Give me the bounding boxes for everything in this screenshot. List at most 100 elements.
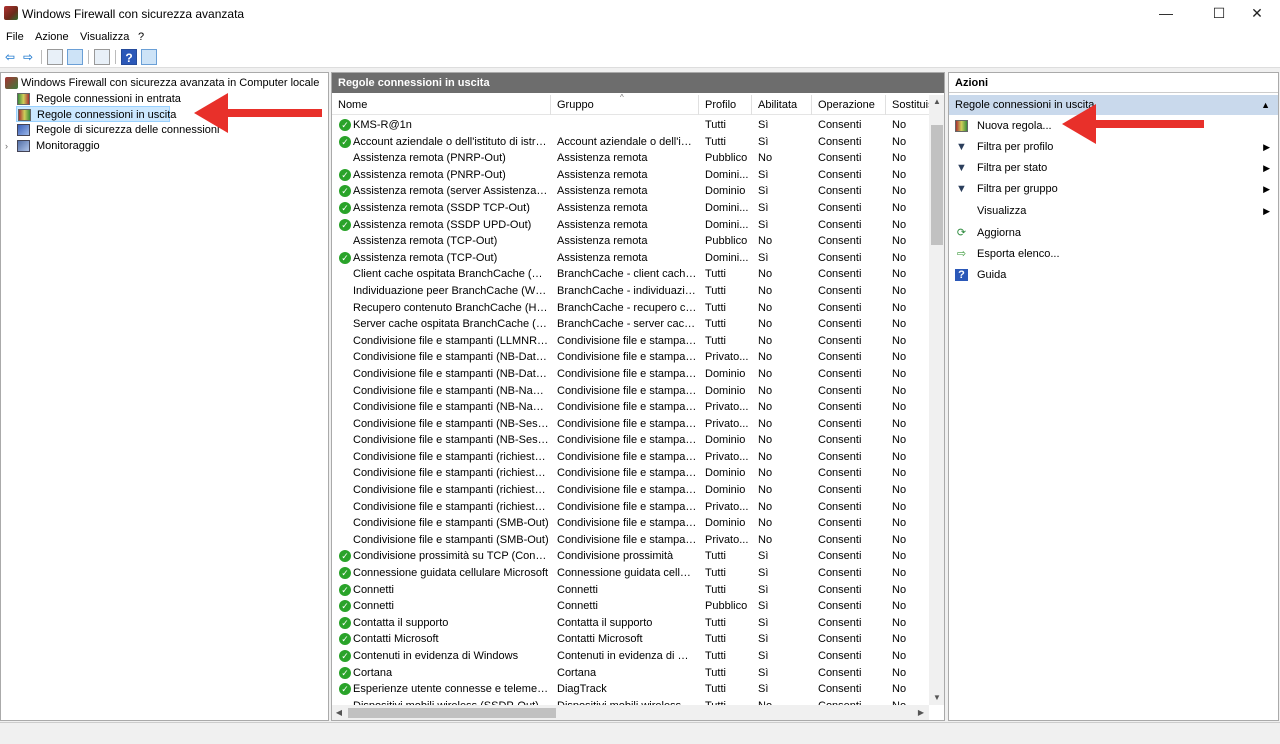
- tree-item-monitoring[interactable]: › Monitoraggio: [5, 138, 100, 154]
- table-row[interactable]: Condivisione file e stampanti (NB-Datagr…: [332, 366, 930, 383]
- cell-action: Consenti: [818, 334, 862, 347]
- column-header-profile[interactable]: Profilo: [699, 95, 752, 115]
- vertical-scrollbar[interactable]: ▲ ▼: [929, 95, 944, 705]
- menu-help[interactable]: ?: [138, 31, 144, 43]
- table-row[interactable]: ✓ Assistenza remota (SSDP TCP-Out) Assiste…: [332, 200, 930, 217]
- table-row[interactable]: ✓ Assistenza remota (PNRP-Out) Assistenza …: [332, 167, 930, 184]
- close-button[interactable]: ✕: [1234, 0, 1280, 28]
- table-row[interactable]: Condivisione file e stampanti (LLMNR-U..…: [332, 333, 930, 350]
- scroll-right-icon[interactable]: ▶: [914, 705, 928, 720]
- cell-group: Connetti: [557, 600, 598, 613]
- export-list-icon[interactable]: [94, 49, 110, 65]
- cell-name: Condivisione file e stampanti (NB-Datagr…: [353, 351, 549, 364]
- enabled-check-icon: ✓: [339, 119, 351, 131]
- column-header-group[interactable]: Gruppo: [551, 95, 699, 115]
- cell-enabled: No: [758, 334, 773, 347]
- cell-action: Consenti: [818, 351, 862, 364]
- back-arrow-icon[interactable]: ⇦: [2, 49, 18, 65]
- table-row[interactable]: Condivisione file e stampanti (NB-Sessio…: [332, 432, 930, 449]
- action-visualizza[interactable]: Visualizza ▶: [949, 201, 1278, 221]
- vertical-scroll-thumb[interactable]: [931, 125, 943, 245]
- table-row[interactable]: Condivisione file e stampanti (richiesta…: [332, 499, 930, 516]
- table-row[interactable]: Recupero contenuto BranchCache (HTT... Br…: [332, 300, 930, 317]
- column-header-override[interactable]: Sostituis: [886, 95, 930, 115]
- tree-item-connection-security[interactable]: Regole di sicurezza delle connessioni: [17, 122, 219, 138]
- scroll-up-icon[interactable]: ▲: [929, 95, 944, 109]
- table-row[interactable]: Condivisione file e stampanti (richiesta…: [332, 449, 930, 466]
- menu-visualizza[interactable]: Visualizza: [80, 31, 129, 43]
- table-row[interactable]: ✓ Assistenza remota (TCP-Out) Assistenza r…: [332, 250, 930, 267]
- table-row[interactable]: ✓ Account aziendale o dell'istituto di is…: [332, 134, 930, 151]
- table-row[interactable]: ✓ KMS-R@1n Tutti Sì Consenti No: [332, 117, 930, 134]
- table-row[interactable]: Condivisione file e stampanti (SMB-Out) C…: [332, 532, 930, 549]
- table-row[interactable]: Individuazione peer BranchCache (WSD-...…: [332, 283, 930, 300]
- action-aggiorna[interactable]: ⟳ Aggiorna: [949, 223, 1278, 243]
- cell-enabled: No: [758, 517, 773, 530]
- filter-icon: ▼: [956, 183, 967, 195]
- table-row[interactable]: Condivisione file e stampanti (NB-Sessio…: [332, 416, 930, 433]
- table-row[interactable]: ✓ Cortana Cortana Tutti Sì Consenti No: [332, 665, 930, 682]
- table-row[interactable]: Assistenza remota (TCP-Out) Assistenza re…: [332, 233, 930, 250]
- cell-action: Consenti: [818, 666, 862, 679]
- table-row[interactable]: ✓ Contatti Microsoft Contatti Microsoft Tut…: [332, 631, 930, 648]
- table-row[interactable]: ✓ Assistenza remota (SSDP UPD-Out) Assiste…: [332, 217, 930, 234]
- sort-ascending-icon: ^: [620, 93, 624, 102]
- cell-profile: Tutti: [705, 567, 726, 580]
- action-esporta-elenco[interactable]: ⇨ Esporta elenco...: [949, 244, 1278, 264]
- minimize-button[interactable]: —: [1143, 0, 1189, 28]
- scroll-left-icon[interactable]: ◀: [332, 705, 346, 720]
- table-row[interactable]: Assistenza remota (PNRP-Out) Assistenza r…: [332, 150, 930, 167]
- actions-section-header[interactable]: Regole connessioni in uscita ▲: [949, 95, 1278, 115]
- action-filtra-per-gruppo[interactable]: ▼ Filtra per gruppo ▶: [949, 179, 1278, 199]
- horizontal-scroll-thumb[interactable]: [348, 708, 556, 718]
- expand-chevron-icon[interactable]: ›: [5, 138, 8, 154]
- horizontal-scrollbar[interactable]: ◀ ▶: [332, 705, 929, 720]
- table-row[interactable]: Condivisione file e stampanti (NB-Name..…: [332, 399, 930, 416]
- cell-override: No: [892, 683, 907, 696]
- cell-name: Condivisione prossimità su TCP (Condivi.…: [353, 550, 549, 563]
- column-header-name[interactable]: Nome: [332, 95, 551, 115]
- table-row[interactable]: Condivisione file e stampanti (richiesta…: [332, 465, 930, 482]
- table-row[interactable]: ✓ Connessione guidata cellulare Microsoft…: [332, 565, 930, 582]
- tree-root[interactable]: Windows Firewall con sicurezza avanzata …: [3, 75, 319, 91]
- collapse-caret-icon[interactable]: ▲: [1261, 95, 1270, 115]
- table-row[interactable]: Condivisione file e stampanti (SMB-Out) C…: [332, 515, 930, 532]
- table-row[interactable]: Server cache ospitata BranchCache (HTT..…: [332, 316, 930, 333]
- table-row[interactable]: ✓ Esperienze utente connesse e telemetria…: [332, 681, 930, 698]
- tree-item-inbound[interactable]: Regole connessioni in entrata: [17, 91, 181, 107]
- table-row[interactable]: ✓ Condivisione prossimità su TCP (Condivi…: [332, 548, 930, 565]
- table-row[interactable]: ✓ Contenuti in evidenza di Windows Contenu…: [332, 648, 930, 665]
- cell-action: Consenti: [818, 218, 862, 231]
- show-hide-tree-icon[interactable]: [67, 49, 83, 65]
- table-row[interactable]: ✓ Contatta il supporto Contatta il support…: [332, 615, 930, 632]
- menu-azione[interactable]: Azione: [35, 31, 69, 43]
- table-row[interactable]: Condivisione file e stampanti (richiesta…: [332, 482, 930, 499]
- enabled-check-icon: ✓: [339, 600, 351, 613]
- filter-icon: ▼: [956, 162, 967, 174]
- table-row[interactable]: Condivisione file e stampanti (NB-Datagr…: [332, 349, 930, 366]
- action-filtra-per-profilo[interactable]: ▼ Filtra per profilo ▶: [949, 137, 1278, 157]
- scroll-down-icon[interactable]: ▼: [929, 691, 944, 705]
- cell-override: No: [892, 567, 907, 580]
- forward-arrow-icon[interactable]: ⇨: [20, 49, 36, 65]
- help-icon: ?: [955, 269, 968, 281]
- action-guida[interactable]: ? Guida: [949, 265, 1278, 285]
- menu-file[interactable]: File: [6, 31, 24, 43]
- show-hide-action-pane-icon[interactable]: [141, 49, 157, 65]
- table-row[interactable]: ✓ Connetti Connetti Pubblico Sì Consenti No: [332, 598, 930, 615]
- up-folder-icon[interactable]: [47, 49, 63, 65]
- tree-item-outbound[interactable]: Regole connessioni in uscita: [16, 106, 176, 122]
- enabled-check-icon: ✓: [339, 567, 351, 580]
- table-row[interactable]: Condivisione file e stampanti (NB-Name..…: [332, 383, 930, 400]
- action-filtra-per-stato[interactable]: ▼ Filtra per stato ▶: [949, 158, 1278, 178]
- column-header-action[interactable]: Operazione: [812, 95, 886, 115]
- table-row[interactable]: ✓ Connetti Connetti Tutti Sì Consenti No: [332, 582, 930, 599]
- column-header-enabled[interactable]: Abilitata: [752, 95, 812, 115]
- cell-name: Condivisione file e stampanti (richiesta…: [353, 484, 549, 497]
- help-icon[interactable]: ?: [121, 49, 137, 65]
- cell-name: Condivisione file e stampanti (richiesta…: [353, 500, 549, 513]
- table-row[interactable]: Client cache ospitata BranchCache (HTT..…: [332, 266, 930, 283]
- table-row[interactable]: ✓ Assistenza remota (server Assistenza re…: [332, 183, 930, 200]
- cell-name: Condivisione file e stampanti (richiesta…: [353, 467, 549, 480]
- rules-table-body: ✓ KMS-R@1n Tutti Sì Consenti No ✓ Account azien…: [332, 117, 930, 714]
